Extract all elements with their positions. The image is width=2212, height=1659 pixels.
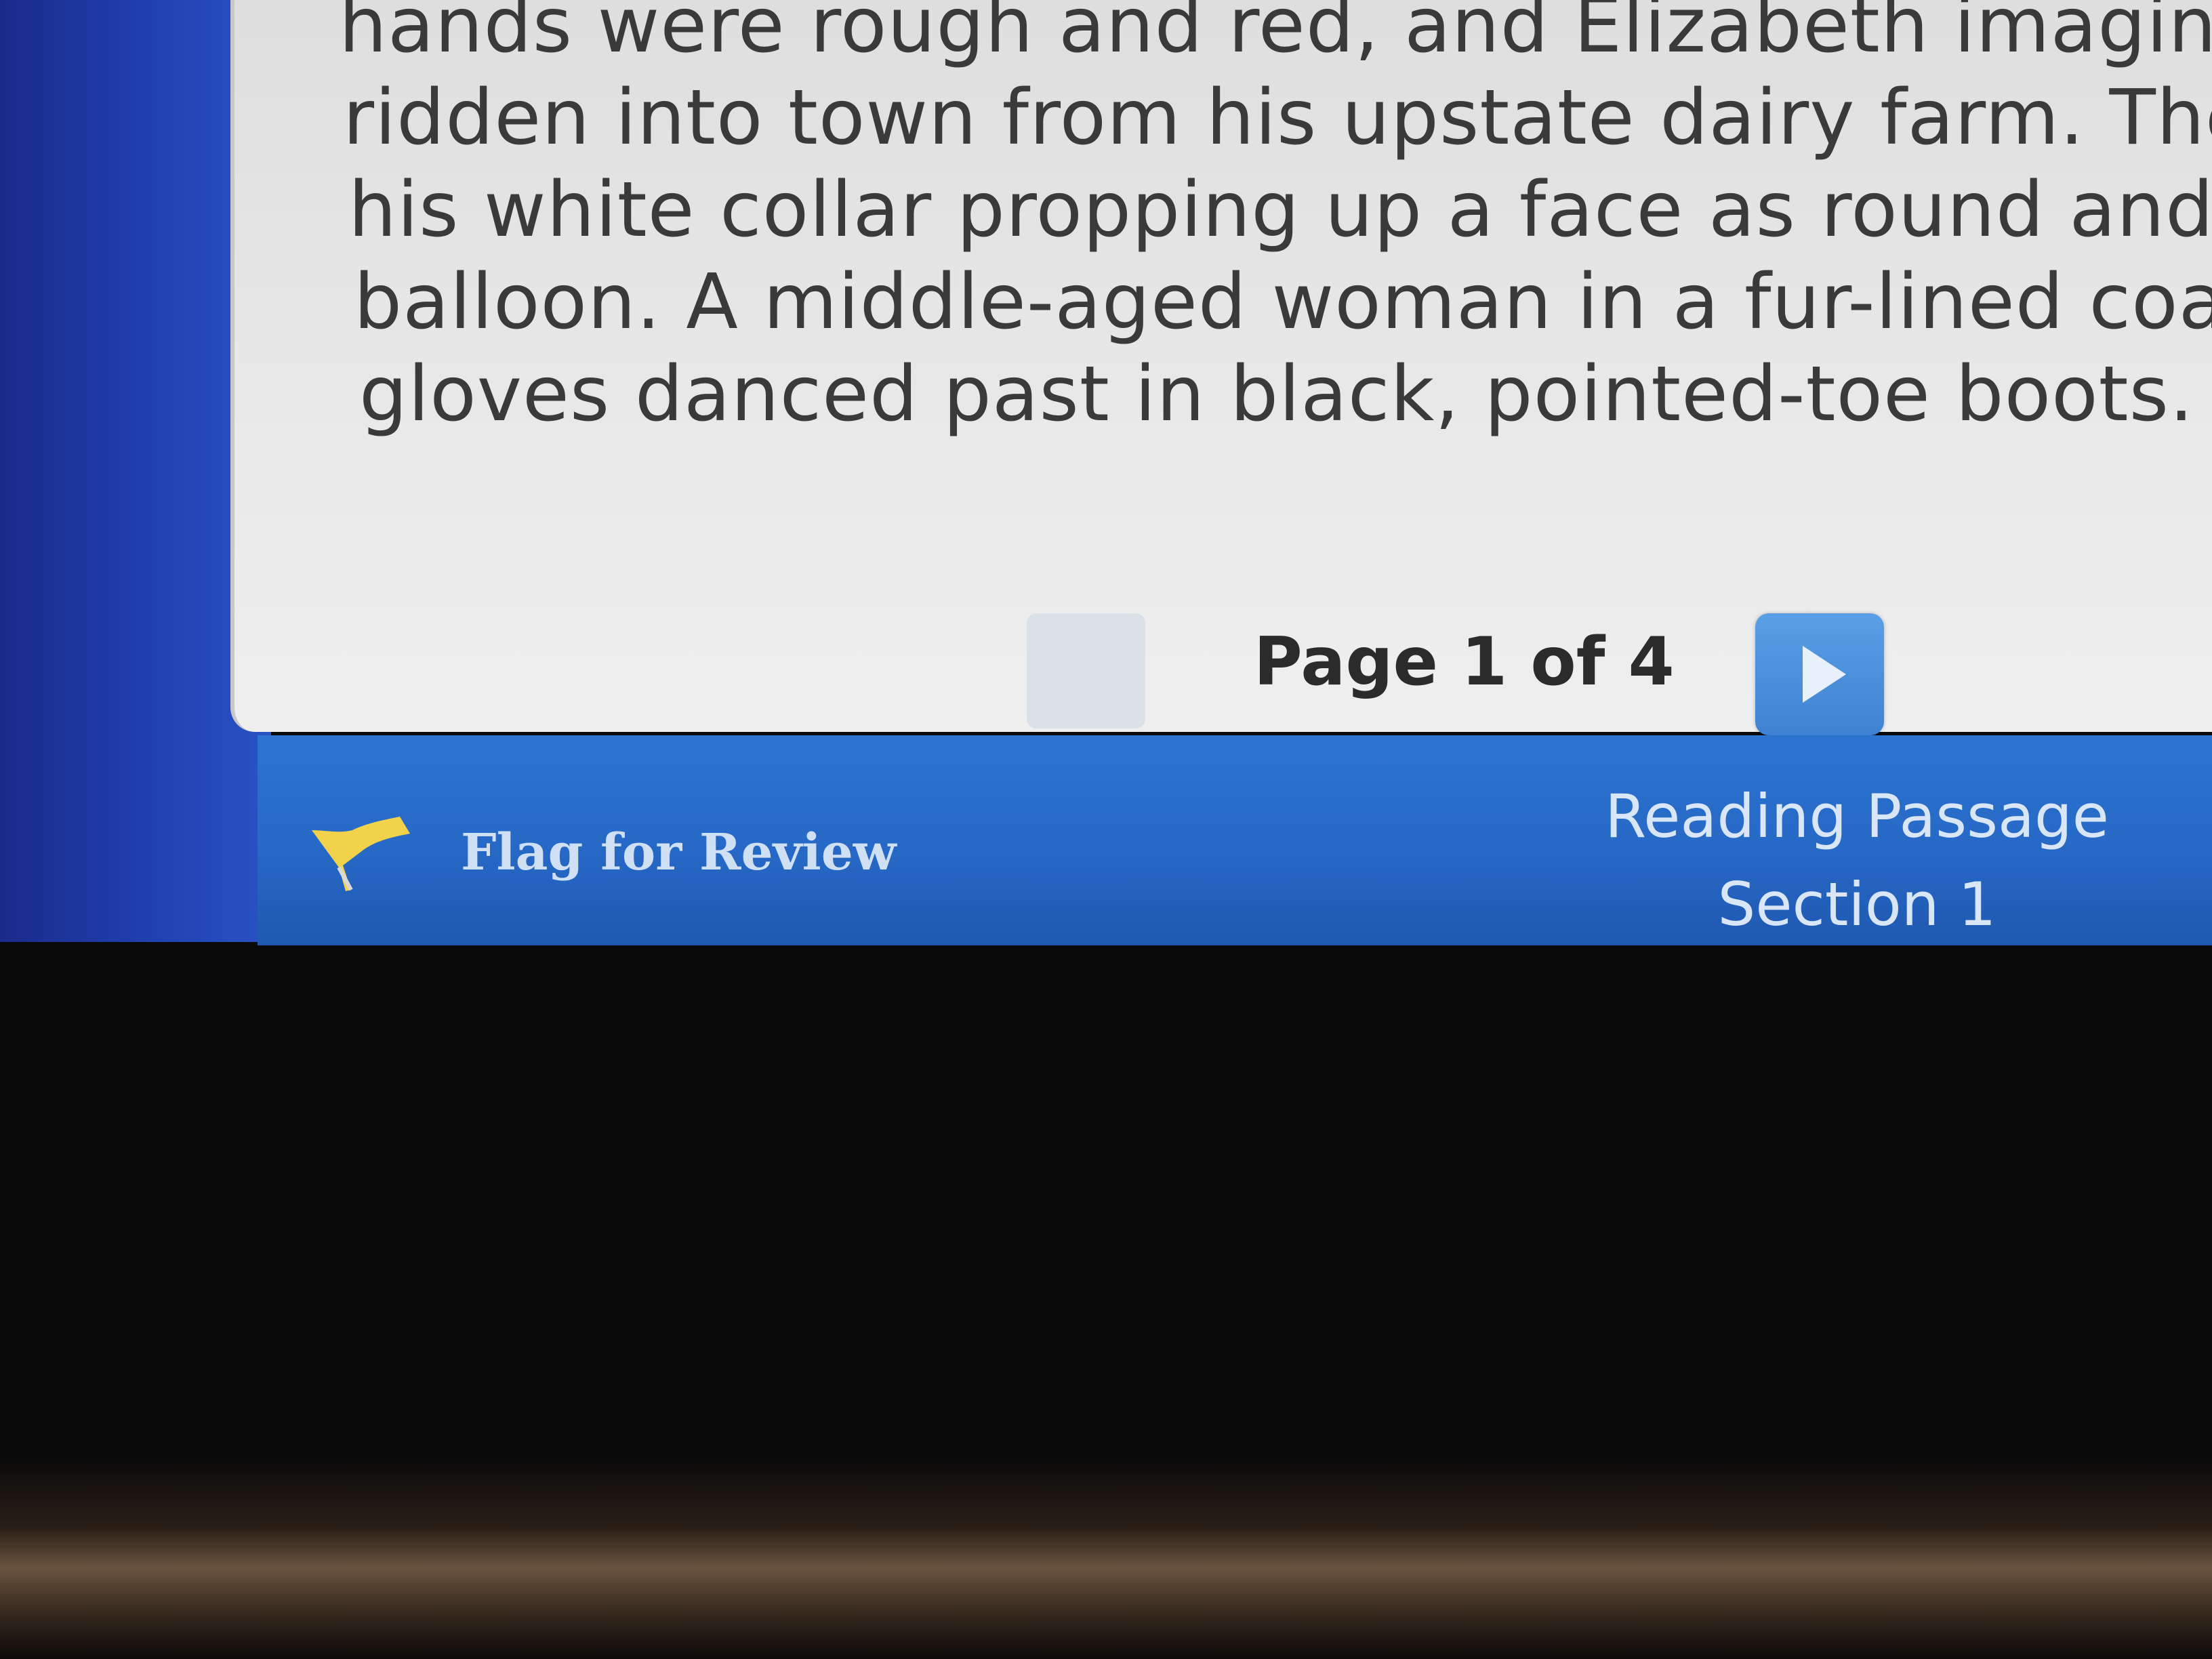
section-info: Reading Passage Section 1 [1559, 773, 2155, 949]
next-page-button[interactable] [1755, 613, 1884, 735]
passage-line: his white collar propping up a face as r… [348, 166, 2212, 254]
screen: hands were rough and red, and Elizabeth … [0, 0, 2212, 1659]
page-indicator: Page 1 of 4 [1254, 623, 1675, 701]
passage-line: balloon. A middle-aged woman in a fur-li… [354, 258, 2212, 346]
previous-page-button[interactable] [1027, 613, 1145, 729]
section-name: Section 1 [1717, 869, 1996, 939]
flag-icon [312, 817, 410, 891]
passage-line: gloves danced past in black, pointed-toe… [359, 350, 2194, 438]
section-title: Reading Passage [1605, 781, 2109, 851]
monitor-bezel [0, 1457, 2212, 1659]
flag-for-review-label: Flag for Review [461, 823, 897, 882]
flag-for-review-button[interactable]: Flag for Review [298, 803, 897, 898]
passage-line: hands were rough and red, and Elizabeth … [339, 0, 2212, 70]
passage-text: hands were rough and red, and Elizabeth … [339, 0, 2212, 441]
passage-line: ridden into town from his upstate dairy … [343, 74, 2212, 162]
play-right-icon [1803, 646, 1846, 703]
